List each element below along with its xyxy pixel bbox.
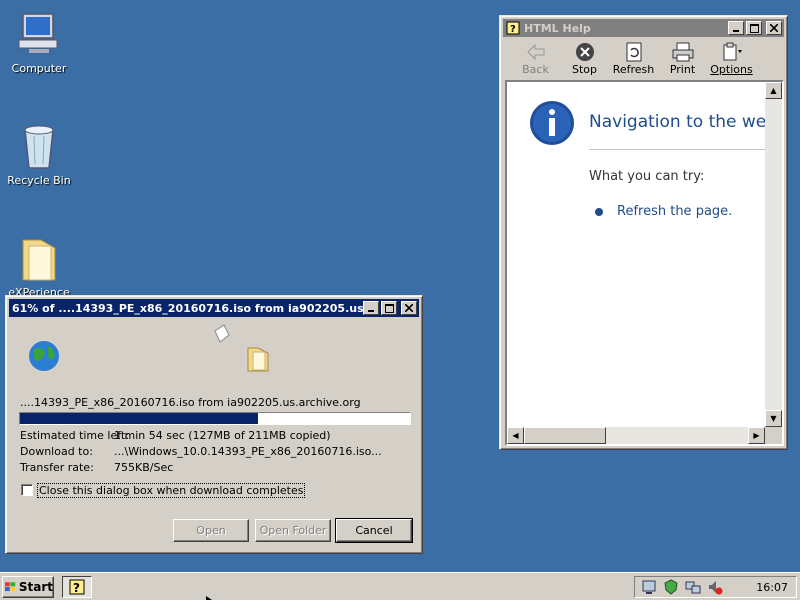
scroll-right-button[interactable]: ▶: [748, 427, 765, 444]
row-value: 1 min 54 sec (127MB of 211MB copied): [114, 429, 331, 442]
open-button[interactable]: Open: [173, 519, 249, 542]
refresh-icon: [626, 42, 641, 62]
start-button[interactable]: Start: [2, 576, 54, 598]
download-body: ....14393_PE_x86_20160716.iso from ia902…: [6, 318, 422, 553]
html-help-window: ? HTML Help Back Stop Refresh Print Opti…: [499, 15, 788, 450]
open-folder-button[interactable]: Open Folder: [255, 519, 331, 542]
options-label: Options: [710, 63, 753, 76]
navigation-heading: Navigation to the webp: [589, 112, 765, 132]
desktop-icon-experience[interactable]: eXPerience: [0, 234, 79, 299]
info-icon: [530, 101, 574, 145]
volume-muted-icon[interactable]: [707, 579, 723, 595]
desktop-icon-label: Recycle Bin: [7, 174, 71, 187]
stop-label: Stop: [571, 63, 597, 76]
close-button[interactable]: [766, 21, 782, 35]
refresh-label: Refresh: [612, 63, 655, 76]
transfer-rate-row: Transfer rate: 755KB/Sec: [20, 461, 173, 474]
estimated-time-row: Estimated time left:1 min 54 sec (127MB …: [20, 429, 331, 442]
desktop-icon-recycle-bin[interactable]: Recycle Bin: [0, 122, 79, 187]
download-title: 61% of ....14393_PE_x86_20160716.iso fro…: [12, 301, 363, 315]
close-icon: [770, 24, 778, 32]
bullet-icon: [595, 208, 603, 216]
download-titlebar[interactable]: 61% of ....14393_PE_x86_20160716.iso fro…: [9, 299, 419, 317]
clock[interactable]: 16:07: [756, 581, 788, 594]
download-source: ....14393_PE_x86_20160716.iso from ia902…: [20, 396, 361, 409]
row-key: Estimated time left:: [20, 429, 129, 442]
row-value: 755KB/Sec: [114, 461, 174, 474]
globe-icon: [29, 341, 59, 371]
help-content: Navigation to the webp What you can try:…: [507, 82, 765, 427]
row-key: Transfer rate:: [20, 461, 94, 474]
minimize-icon: [368, 310, 374, 312]
stop-icon: [575, 43, 594, 61]
scroll-up-button[interactable]: ▲: [765, 82, 782, 99]
minimize-button[interactable]: [728, 21, 744, 35]
minimize-icon: [733, 30, 739, 32]
windows-logo-icon: [5, 582, 16, 592]
mouse-cursor-icon: [206, 596, 212, 600]
download-progress-bar: [19, 412, 411, 425]
help-icon: ?: [69, 579, 85, 595]
desktop-icon-computer[interactable]: Computer: [0, 10, 79, 75]
computer-icon: [18, 13, 58, 53]
printer-icon: [672, 42, 693, 62]
close-when-complete-checkbox[interactable]: [21, 484, 33, 496]
maximize-button[interactable]: [746, 21, 762, 35]
help-icon: ?: [506, 21, 520, 35]
desktop-icon-label: Computer: [11, 62, 67, 75]
row-value: ...\Windows_10.0.14393_PE_x86_20160716.i…: [114, 445, 382, 458]
start-label: Start: [18, 580, 53, 594]
options-icon: [723, 42, 742, 61]
svg-text:?: ?: [73, 581, 80, 595]
cancel-button[interactable]: Cancel: [335, 518, 413, 543]
refresh-page-link[interactable]: Refresh the page.: [617, 204, 732, 219]
minimize-button[interactable]: [363, 301, 379, 315]
close-icon: [405, 304, 413, 312]
scroll-thumb[interactable]: [524, 427, 606, 444]
close-when-complete-label[interactable]: Close this dialog box when download comp…: [37, 483, 306, 498]
horizontal-scrollbar[interactable]: ◀ ▶: [507, 427, 765, 444]
download-dialog: 61% of ....14393_PE_x86_20160716.iso fro…: [5, 295, 423, 554]
heading-divider: [589, 149, 765, 150]
back-arrow-icon: [526, 43, 544, 61]
network-icon[interactable]: [685, 579, 701, 595]
back-label: Back: [522, 63, 549, 76]
taskbar: Start ? 16:07: [0, 572, 800, 600]
recycle-bin-icon: [24, 125, 54, 169]
flying-paper-icon: [214, 324, 230, 343]
help-title: HTML Help: [524, 21, 591, 35]
scroll-corner: [765, 427, 782, 444]
help-content-pane: Navigation to the webp What you can try:…: [505, 80, 784, 446]
vertical-scrollbar[interactable]: ▲ ▼: [765, 82, 782, 427]
maximize-icon: [749, 23, 759, 33]
taskbar-html-help-button[interactable]: ?: [62, 576, 92, 598]
progress-fill: [20, 413, 258, 424]
security-shield-icon[interactable]: [663, 579, 679, 595]
folder-icon: [247, 347, 269, 372]
scroll-down-button[interactable]: ▼: [765, 410, 782, 427]
scroll-left-button[interactable]: ◀: [507, 427, 524, 444]
download-to-row: Download to: ...\Windows_10.0.14393_PE_x8…: [20, 445, 382, 458]
system-tray: 16:07: [634, 576, 797, 598]
help-titlebar[interactable]: ? HTML Help: [503, 19, 784, 37]
close-button[interactable]: [401, 301, 417, 315]
row-key: Download to:: [20, 445, 93, 458]
monitor-icon[interactable]: [641, 579, 657, 595]
maximize-icon: [384, 303, 394, 313]
maximize-button[interactable]: [381, 301, 397, 315]
folder-icon: [22, 239, 56, 281]
try-label: What you can try:: [589, 169, 705, 184]
print-label: Print: [669, 63, 696, 76]
svg-text:?: ?: [510, 24, 516, 35]
